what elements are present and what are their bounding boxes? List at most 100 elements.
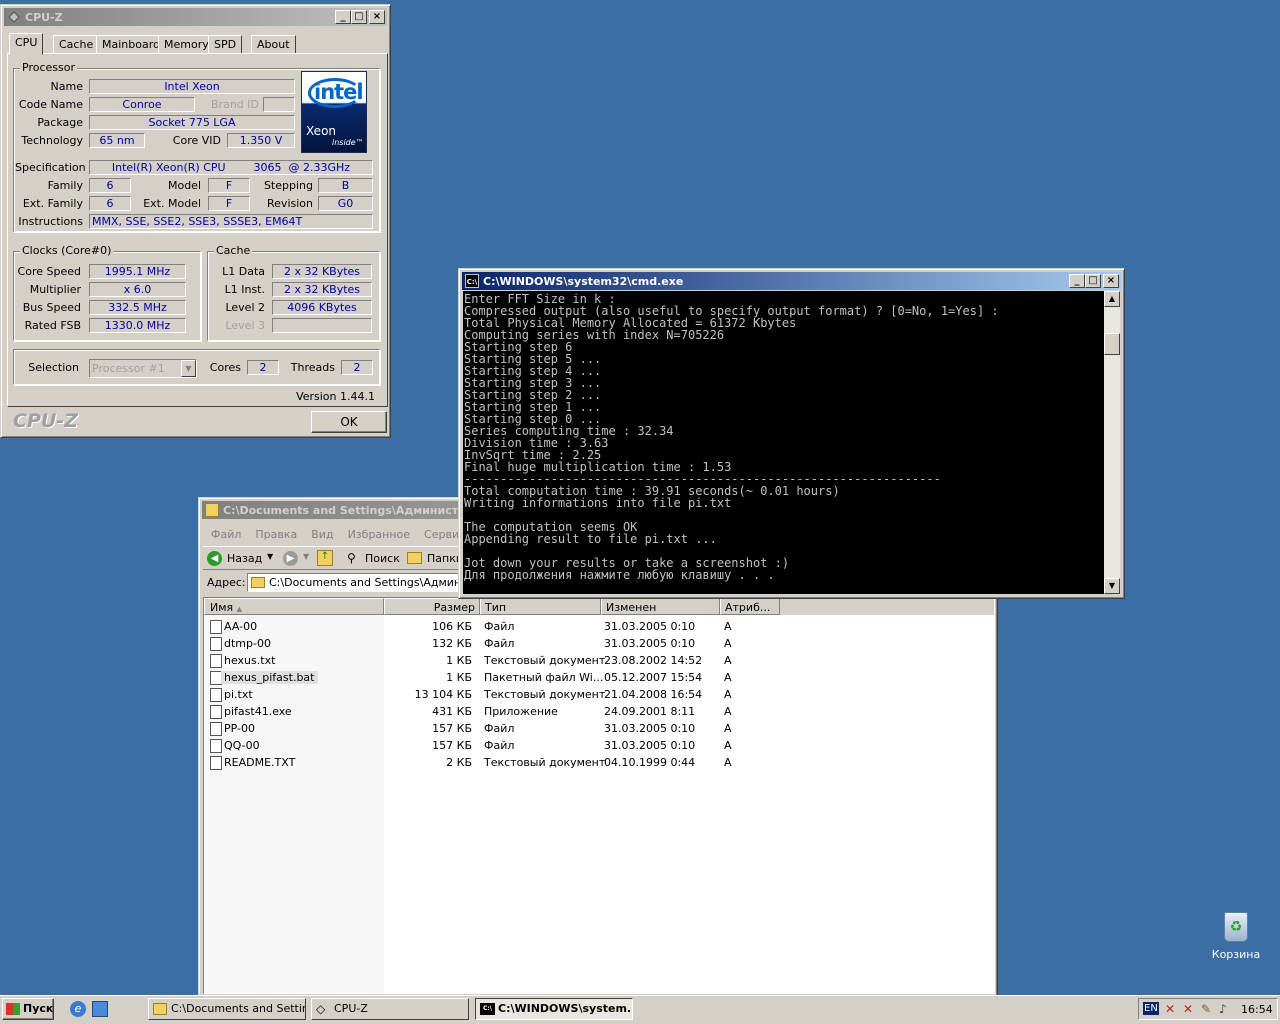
intel-xeon-logo: intel Xeon inside™	[301, 71, 367, 153]
close-button[interactable]: ×	[1103, 274, 1119, 288]
ie-icon[interactable]: e	[70, 1001, 86, 1017]
file-modified: 31.03.2005 0:10	[604, 637, 696, 650]
l1-data-label: L1 Data	[222, 265, 265, 278]
up-folder-icon[interactable]: ↑	[317, 550, 333, 566]
cpuz-title: CPU-Z	[25, 10, 63, 24]
brandid-label: Brand ID	[211, 98, 259, 111]
taskbar-cmd[interactable]: C:\ C:\WINDOWS\system...	[475, 998, 633, 1020]
minimize-button[interactable]: _	[1069, 274, 1085, 288]
chevron-down-icon[interactable]: ▼	[181, 360, 196, 377]
tab-cpu[interactable]: CPU	[9, 33, 44, 55]
minimize-button[interactable]: _	[335, 10, 351, 24]
tab-mainboard[interactable]: Mainboard	[96, 35, 167, 54]
rated-fsb-label: Rated FSB	[24, 319, 81, 332]
version-text: Version 1.44.1	[296, 390, 375, 403]
console-output[interactable]: Enter FFT Size in k : Compressed output (…	[463, 291, 1104, 594]
tools-icon[interactable]: ✎	[1201, 1002, 1211, 1016]
cmd-icon: C:\	[480, 1003, 495, 1015]
file-type: Файл	[484, 637, 515, 650]
back-dropdown-icon[interactable]: ▼	[267, 552, 273, 561]
table-row[interactable]: README.TXT 2 КБ Текстовый документ 04.10.19…	[204, 754, 994, 771]
language-indicator[interactable]: EN	[1143, 1002, 1159, 1015]
ok-button[interactable]: OK	[311, 411, 387, 433]
column-size[interactable]: Размер	[384, 598, 480, 615]
column-modified[interactable]: Изменен	[601, 598, 720, 615]
tab-memory[interactable]: Memory	[158, 35, 215, 54]
file-size: 13 104 КБ	[414, 688, 472, 701]
table-row[interactable]: pi.txt 13 104 КБ Текстовый документ 21.04.2…	[204, 686, 994, 703]
close-button[interactable]: ×	[369, 10, 385, 24]
search-button[interactable]: Поиск	[365, 552, 400, 565]
scroll-down-icon[interactable]: ▼	[1104, 578, 1120, 594]
processor-select[interactable]: Processor #1 ▼	[89, 359, 197, 378]
brandid-value	[263, 97, 295, 112]
maximize-button[interactable]: □	[351, 10, 367, 24]
cores-label: Cores	[209, 361, 241, 374]
column-name[interactable]: Имя ▲	[204, 598, 384, 615]
name-label: Name	[50, 80, 83, 93]
table-row[interactable]: AA-00 106 КБ Файл 31.03.2005 0:10 A	[204, 618, 994, 635]
file-attributes: A	[724, 671, 732, 684]
file-type: Пакетный файл Wi...	[484, 671, 604, 684]
taskbar-cpuz[interactable]: ◇ CPU-Z	[311, 998, 469, 1020]
table-row[interactable]: hexus_pifast.bat 1 КБ Пакетный файл Wi... 0…	[204, 669, 994, 686]
file-modified: 31.03.2005 0:10	[604, 620, 696, 633]
address-bar[interactable]: C:\Documents and Settings\Администрат	[247, 573, 461, 592]
network-icon[interactable]: ✕	[1183, 1002, 1193, 1016]
menu-favorites[interactable]: Избранное	[348, 528, 410, 541]
forward-dropdown-icon[interactable]: ▼	[303, 552, 309, 561]
table-row[interactable]: dtmp-00 132 КБ Файл 31.03.2005 0:10 A	[204, 635, 994, 652]
file-type: Файл	[484, 739, 515, 752]
level2-value: 4096 KBytes	[272, 300, 372, 315]
taskbar-cpuz-label: CPU-Z	[334, 1002, 368, 1015]
threads-value: 2	[341, 360, 373, 375]
file-size: 431 КБ	[432, 705, 472, 718]
cmd-icon: C:\	[465, 274, 479, 288]
taskbar-explorer[interactable]: C:\Documents and Settin...	[148, 998, 306, 1020]
file-attributes: A	[724, 756, 732, 769]
network-icon[interactable]: ✕	[1165, 1002, 1175, 1016]
table-row[interactable]: PP-00 157 КБ Файл 31.03.2005 0:10 A	[204, 720, 994, 737]
tab-about[interactable]: About	[251, 35, 296, 54]
file-modified: 23.08.2002 14:52	[604, 654, 703, 667]
vertical-scrollbar[interactable]: ▲ ▼	[1104, 291, 1120, 594]
table-row[interactable]: QQ-00 157 КБ Файл 31.03.2005 0:10 A	[204, 737, 994, 754]
start-button[interactable]: Пуск	[2, 998, 54, 1020]
threads-label: Threads	[290, 361, 335, 374]
table-row[interactable]: hexus.txt 1 КБ Текстовый документ 23.08.200…	[204, 652, 994, 669]
scroll-thumb[interactable]	[1104, 333, 1120, 355]
desktop-show-icon[interactable]	[92, 1001, 108, 1017]
recycle-bin[interactable]: ♻ Корзина	[1206, 912, 1266, 961]
maximize-button[interactable]: □	[1085, 274, 1101, 288]
column-attributes[interactable]: Атриб...	[720, 598, 780, 615]
tab-cache[interactable]: Cache	[53, 35, 100, 54]
search-icon[interactable]: ⚲	[347, 551, 356, 565]
file-modified: 24.09.2001 8:11	[604, 705, 696, 718]
menu-file[interactable]: Файл	[211, 528, 241, 541]
menu-edit[interactable]: Правка	[255, 528, 297, 541]
forward-arrow-icon[interactable]: ▶	[283, 551, 298, 566]
revision-value: G0	[318, 196, 373, 211]
menu-view[interactable]: Вид	[311, 528, 333, 541]
back-button[interactable]: Назад	[227, 552, 262, 565]
cpuz-window: CPU-Z _ □ × CPU Cache Mainboard Memory S…	[0, 4, 391, 438]
speaker-icon[interactable]: ♪	[1219, 1002, 1227, 1016]
cpuz-titlebar[interactable]: CPU-Z _ □ ×	[4, 8, 387, 26]
tab-spd[interactable]: SPD	[208, 35, 243, 54]
folder-icon	[153, 1003, 167, 1015]
column-type[interactable]: Тип	[480, 598, 601, 615]
file-type: Текстовый документ	[484, 654, 606, 667]
table-row[interactable]: pifast41.exe 431 КБ Приложение 24.09.2001 8…	[204, 703, 994, 720]
cmd-titlebar[interactable]: C:\ C:\WINDOWS\system32\cmd.exe _ □ ×	[462, 272, 1121, 290]
system-tray: EN ✕ ✕ ✎ ♪ 16:54	[1138, 998, 1278, 1020]
file-size: 1 КБ	[446, 671, 472, 684]
core-speed-value: 1995.1 MHz	[89, 264, 186, 279]
file-list[interactable]: Имя ▲ Размер Тип Изменен Атриб... AA-00 1…	[203, 597, 995, 994]
console-line: Writing informations into file pi.txt	[464, 496, 732, 510]
stepping-value: B	[318, 178, 373, 193]
scroll-up-icon[interactable]: ▲	[1104, 291, 1120, 307]
taskbar-cmd-label: C:\WINDOWS\system...	[498, 1002, 633, 1015]
folders-icon[interactable]	[407, 552, 422, 564]
back-arrow-icon[interactable]: ◀	[207, 551, 222, 566]
file-attributes: A	[724, 637, 732, 650]
